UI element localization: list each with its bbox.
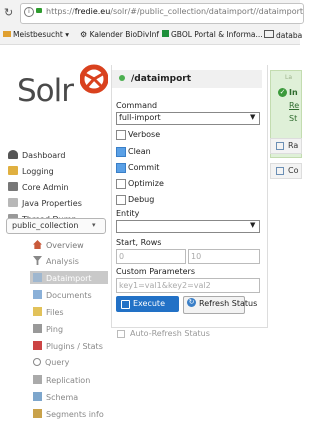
execute-label: Execute <box>133 299 165 308</box>
core-menu-plugins-stats[interactable]: Plugins / Stats <box>33 341 103 351</box>
bookmark-most-visited[interactable]: Meistbesucht ▾ <box>3 30 69 39</box>
execute-icon <box>121 300 130 309</box>
core-menu-replication[interactable]: Replication <box>33 375 90 385</box>
files-icon <box>33 307 42 316</box>
core-menu-schema[interactable]: Schema <box>33 392 78 402</box>
home-icon <box>33 240 42 249</box>
core-menu-dataimport[interactable]: Dataimport <box>33 273 92 283</box>
configuration-label: Co <box>288 166 299 175</box>
url-prefix: https:// <box>46 7 75 16</box>
funnel-icon <box>33 256 42 265</box>
lock-icon <box>36 8 42 13</box>
logging-icon <box>8 166 18 175</box>
replication-icon <box>33 375 42 384</box>
status-headline: In <box>289 88 298 97</box>
core-selector-value: public_collection <box>12 221 79 230</box>
verbose-label: Verbose <box>128 130 161 139</box>
spreadsheet-icon <box>162 30 169 37</box>
expand-icon <box>276 142 284 150</box>
url-text[interactable]: https://fredie.eu/solr/#/public_collecti… <box>46 7 303 16</box>
auto-refresh-checkbox[interactable] <box>117 330 125 338</box>
nav-java-properties[interactable]: Java Properties <box>8 198 82 208</box>
solr-logo-text[interactable]: Solr <box>17 73 74 109</box>
core-admin-icon <box>8 182 18 191</box>
chevron-down-icon: ▼ <box>250 113 256 121</box>
nav-logging[interactable]: Logging <box>8 166 54 176</box>
core-menu-ping[interactable]: Ping <box>33 324 63 334</box>
dataimport-icon <box>33 273 42 282</box>
bookmark-kalender[interactable]: ⚙ Kalender BioDivInf <box>80 30 159 39</box>
clean-label: Clean <box>128 147 151 156</box>
core-menu-documents[interactable]: Documents <box>33 290 92 300</box>
schema-icon <box>33 392 42 401</box>
entity-label: Entity <box>116 209 140 218</box>
dashboard-icon <box>8 150 18 159</box>
start-input-placeholder: 0 <box>119 252 125 261</box>
solr-logo-icon[interactable] <box>80 64 108 94</box>
raw-debug-label: Ra <box>288 141 299 150</box>
plugins-icon <box>33 341 42 350</box>
nav-core-admin[interactable]: Core Admin <box>8 182 69 192</box>
command-label: Command <box>116 101 158 110</box>
chevron-down-icon: ▾ <box>92 221 96 229</box>
core-menu-overview[interactable]: Overview <box>33 240 84 250</box>
status-dot-icon <box>119 75 125 81</box>
page-title: /dataimport <box>131 74 192 84</box>
status-line-1[interactable]: Re <box>289 101 299 110</box>
commit-checkbox[interactable] <box>116 163 126 173</box>
url-path: /solr/#/public_collection/dataimport//da… <box>110 7 304 16</box>
refresh-status-label: Refresh Status <box>199 299 258 308</box>
debug-checkbox[interactable] <box>116 195 126 205</box>
optimize-label: Optimize <box>128 179 164 188</box>
nav-dashboard[interactable]: Dashboard <box>8 150 65 160</box>
magnifier-icon <box>33 358 41 366</box>
start-input[interactable] <box>116 249 186 264</box>
verbose-checkbox[interactable] <box>116 130 126 140</box>
status-line-2: St <box>289 114 298 123</box>
expand-icon <box>276 167 284 175</box>
folder-icon <box>264 30 274 38</box>
segments-icon <box>33 409 42 418</box>
command-select-value: full-import <box>119 113 161 122</box>
info-icon[interactable]: i <box>24 7 34 17</box>
ping-icon <box>33 324 42 333</box>
custom-params-label: Custom Parameters <box>116 267 195 276</box>
gear-icon: ⚙ <box>80 30 88 39</box>
core-menu-segments-info[interactable]: Segments info <box>33 409 104 419</box>
reload-icon[interactable]: ↻ <box>4 6 13 19</box>
core-menu-analysis[interactable]: Analysis <box>33 256 79 266</box>
check-icon: ✓ <box>278 88 287 97</box>
refresh-icon: ↻ <box>187 298 196 307</box>
status-top-label: La <box>285 74 293 81</box>
clean-checkbox[interactable] <box>116 147 126 157</box>
core-menu-query[interactable]: Query <box>33 358 69 367</box>
optimize-checkbox[interactable] <box>116 179 126 189</box>
entity-select[interactable] <box>116 220 260 233</box>
start-rows-label: Start, Rows <box>116 238 162 247</box>
bookmark-databa[interactable]: databa <box>264 30 302 40</box>
commit-label: Commit <box>128 163 160 172</box>
url-domain: fredie.eu <box>74 7 111 16</box>
rows-input-placeholder: 10 <box>191 252 202 261</box>
custom-params-placeholder: key1=val1&key2=val2 <box>119 281 211 290</box>
debug-label: Debug <box>128 195 155 204</box>
folder-icon <box>3 31 11 37</box>
java-icon <box>8 198 18 207</box>
auto-refresh-label: Auto-Refresh Status <box>130 329 210 338</box>
bookmark-gbol[interactable]: GBOL Portal & Informa... <box>162 30 263 39</box>
core-menu-files[interactable]: Files <box>33 307 64 317</box>
documents-icon <box>33 290 42 299</box>
chevron-down-icon: ▼ <box>250 221 256 229</box>
